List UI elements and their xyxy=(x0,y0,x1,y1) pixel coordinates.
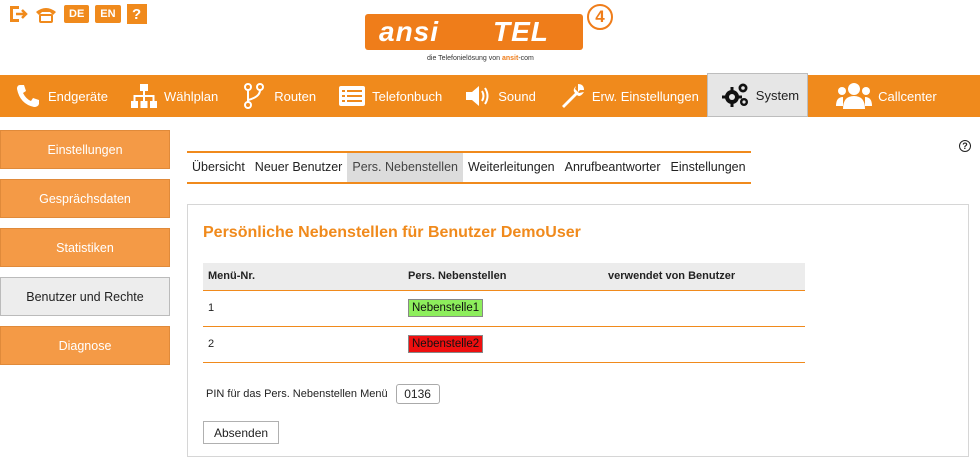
tab-uebersicht[interactable]: Übersicht xyxy=(187,153,250,182)
pin-label: PIN für das Pers. Nebenstellen Menü xyxy=(206,388,388,400)
speaker-icon xyxy=(464,82,492,110)
submit-button[interactable]: Absenden xyxy=(203,421,280,444)
logo-word-a: ansi xyxy=(379,16,440,47)
top-icon-bar: DE EN ? xyxy=(8,4,147,24)
lang-en-button[interactable]: EN xyxy=(95,5,121,23)
nav-system[interactable]: System xyxy=(706,73,809,117)
sidebar-item-benutzer-und-rechte[interactable]: Benutzer und Rechte xyxy=(0,277,170,316)
extension-cell: Nebenstelle2 xyxy=(403,326,603,363)
table-header-row: Menü-Nr. Pers. Nebenstellen verwendet vo… xyxy=(203,263,805,291)
logo-tagline: die Telefonielösung von ansit-com xyxy=(427,55,534,62)
route-icon xyxy=(240,82,268,110)
lang-de-button[interactable]: DE xyxy=(64,5,90,23)
menu-nr-cell: 2 xyxy=(203,326,403,363)
phone-icon[interactable] xyxy=(34,4,58,24)
nav-endgeraete[interactable]: Endgeräte xyxy=(0,75,116,117)
table-row: 1 Nebenstelle1 xyxy=(203,290,805,327)
tab-weiterleitungen[interactable]: Weiterleitungen xyxy=(463,153,560,182)
logo-word-b: TEL xyxy=(493,16,549,47)
phonebook-icon xyxy=(338,82,366,110)
nav-callcenter[interactable]: Callcenter xyxy=(822,75,945,117)
sidebar-item-gespraechsdaten[interactable]: Gesprächsdaten xyxy=(0,179,170,218)
exit-icon[interactable] xyxy=(8,4,28,24)
extension-chip[interactable]: Nebenstelle2 xyxy=(408,335,484,353)
pin-row: PIN für das Pers. Nebenstellen Menü xyxy=(206,384,440,404)
page-title: Persönliche Nebenstellen für Benutzer De… xyxy=(203,224,581,241)
column-header-menu-nr: Menü-Nr. xyxy=(203,263,403,291)
tab-pers-nebenstellen[interactable]: Pers. Nebenstellen xyxy=(347,153,463,182)
nav-telefonbuch[interactable]: Telefonbuch xyxy=(324,75,450,117)
extension-cell: Nebenstelle1 xyxy=(403,290,603,327)
used-by-cell xyxy=(603,290,805,327)
menu-nr-cell: 1 xyxy=(203,290,403,327)
hierarchy-icon xyxy=(130,82,158,110)
nav-waehlplan[interactable]: Wählplan xyxy=(116,75,226,117)
sidebar-item-statistiken[interactable]: Statistiken xyxy=(0,228,170,267)
sidebar-item-diagnose[interactable]: Diagnose xyxy=(0,326,170,365)
nav-sound[interactable]: Sound xyxy=(450,75,544,117)
column-header-verwendet-von: verwendet von Benutzer xyxy=(603,263,805,291)
help-icon[interactable]: ? xyxy=(126,4,147,24)
used-by-cell xyxy=(603,326,805,363)
tab-neuer-benutzer[interactable]: Neuer Benutzer xyxy=(250,153,348,182)
nav-routen[interactable]: Routen xyxy=(226,75,324,117)
nav-erw-einstellungen[interactable]: Erw. Einstellungen xyxy=(544,75,707,117)
main-navbar: Endgeräte Wählplan Routen Telefonbuch So… xyxy=(0,73,980,117)
wrench-icon xyxy=(558,82,586,110)
users-icon xyxy=(836,82,873,110)
table-row: 2 Nebenstelle2 xyxy=(203,326,805,363)
sidebar: Einstellungen Gesprächsdaten Statistiken… xyxy=(0,130,170,375)
extension-chip[interactable]: Nebenstelle1 xyxy=(408,299,484,317)
content-panel: Persönliche Nebenstellen für Benutzer De… xyxy=(187,204,969,457)
sub-tabs: Übersicht Neuer Benutzer Pers. Nebenstel… xyxy=(187,151,751,184)
logo-version: 4 xyxy=(587,4,613,30)
pin-input[interactable] xyxy=(395,384,440,404)
extensions-table: Menü-Nr. Pers. Nebenstellen verwendet vo… xyxy=(203,263,805,363)
page-help-icon[interactable]: ? xyxy=(959,140,971,152)
gears-icon xyxy=(721,81,750,109)
tab-einstellungen[interactable]: Einstellungen xyxy=(666,153,751,182)
column-header-pers-nebenstellen: Pers. Nebenstellen xyxy=(403,263,603,291)
sidebar-item-einstellungen[interactable]: Einstellungen xyxy=(0,130,170,169)
tab-anrufbeantworter[interactable]: Anrufbeantworter xyxy=(560,153,666,182)
phone-icon xyxy=(14,82,42,110)
ansitel-logo: ansi TEL 4 die Telefonielösung von ansit… xyxy=(365,4,625,70)
